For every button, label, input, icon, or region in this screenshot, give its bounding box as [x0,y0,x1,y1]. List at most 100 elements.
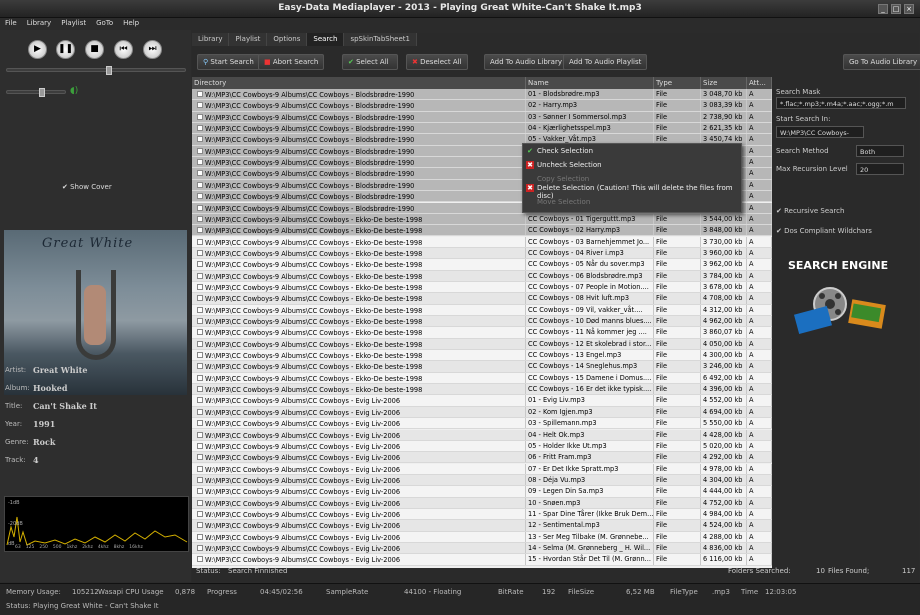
table-row[interactable]: W:\MP3\CC Cowboys-9 Albums\CC Cowboys - … [192,429,772,441]
table-row[interactable]: W:\MP3\CC Cowboys-9 Albums\CC Cowboys - … [192,236,772,248]
table-row[interactable]: W:\MP3\CC Cowboys-9 Albums\CC Cowboys - … [192,259,772,271]
context-delete-selection[interactable]: ✖ Delete Selection (Caution! This will de… [523,183,741,200]
table-row[interactable]: W:\MP3\CC Cowboys-9 Albums\CC Cowboys - … [192,554,772,566]
table-row[interactable]: W:\MP3\CC Cowboys-9 Albums\CC Cowboys - … [192,486,772,498]
table-row[interactable]: W:\MP3\CC Cowboys-9 Albums\CC Cowboys - … [192,316,772,328]
show-cover-checkbox[interactable]: ✔ Show Cover [62,183,112,191]
add-to-playlist-button[interactable]: Add To Audio Playlist [563,54,648,70]
tab-skin-sheet[interactable]: spSkinTabSheet1 [344,33,417,46]
table-row[interactable]: W:\MP3\CC Cowboys-9 Albums\CC Cowboys - … [192,384,772,396]
row-checkbox[interactable] [197,374,203,381]
menu-playlist[interactable]: Playlist [61,19,86,30]
row-checkbox[interactable] [197,363,203,370]
table-row[interactable]: W:\MP3\CC Cowboys-9 Albums\CC Cowboys - … [192,270,772,282]
search-mask-input[interactable]: *.flac;*.mp3;*.m4a;*.aac;*.ogg;*.m [776,97,906,109]
search-method-select[interactable]: Both [856,145,904,157]
deselect-all-button[interactable]: ✖ Deselect All [406,54,468,70]
row-checkbox[interactable] [197,340,203,347]
table-row[interactable]: W:\MP3\CC Cowboys-9 Albums\CC Cowboys - … [192,350,772,362]
table-row[interactable]: W:\MP3\CC Cowboys-9 Albums\CC Cowboys - … [192,531,772,543]
row-checkbox[interactable] [197,556,203,563]
table-row[interactable]: W:\MP3\CC Cowboys-9 Albums\CC Cowboys - … [192,497,772,509]
stop-button[interactable]: ■ [85,40,104,59]
row-checkbox[interactable] [197,170,203,177]
start-search-in-input[interactable]: W:\MP3\CC Cowboys- [776,126,864,138]
column-directory[interactable]: Directory [192,77,526,89]
menu-file[interactable]: File [5,19,17,30]
table-row[interactable]: W:\MP3\CC Cowboys-9 Albums\CC Cowboys - … [192,327,772,339]
dos-wildchars-checkbox[interactable]: ✔ Dos Compliant Wildchars [776,227,872,235]
table-row[interactable]: W:\MP3\CC Cowboys-9 Albums\CC Cowboys - … [192,89,772,101]
row-checkbox[interactable] [197,488,203,495]
table-row[interactable]: W:\MP3\CC Cowboys-9 Albums\CC Cowboys - … [192,123,772,135]
row-checkbox[interactable] [197,397,203,404]
row-checkbox[interactable] [197,147,203,154]
row-checkbox[interactable] [197,204,203,211]
maximize-button[interactable]: □ [891,4,901,14]
table-row[interactable]: W:\MP3\CC Cowboys-9 Albums\CC Cowboys - … [192,100,772,112]
start-search-button[interactable]: ⚲ Start Search [197,54,260,70]
row-checkbox[interactable] [197,352,203,359]
row-checkbox[interactable] [197,408,203,415]
table-row[interactable]: W:\MP3\CC Cowboys-9 Albums\CC Cowboys - … [192,508,772,521]
table-row[interactable]: W:\MP3\CC Cowboys-9 Albums\CC Cowboys - … [192,395,772,407]
row-checkbox[interactable] [197,454,203,461]
menu-goto[interactable]: GoTo [96,19,113,30]
row-checkbox[interactable] [197,476,203,483]
row-checkbox[interactable] [197,545,203,551]
table-row[interactable]: W:\MP3\CC Cowboys-9 Albums\CC Cowboys - … [192,474,772,487]
table-row[interactable]: W:\MP3\CC Cowboys-9 Albums\CC Cowboys - … [192,213,772,226]
tab-playlist[interactable]: Playlist [229,33,268,46]
row-checkbox[interactable] [197,238,203,245]
table-row[interactable]: W:\MP3\CC Cowboys-9 Albums\CC Cowboys - … [192,372,772,385]
volume-slider[interactable] [6,88,66,97]
row-checkbox[interactable] [197,249,203,256]
table-row[interactable]: W:\MP3\CC Cowboys-9 Albums\CC Cowboys - … [192,338,772,350]
row-checkbox[interactable] [197,102,203,109]
row-checkbox[interactable] [197,125,203,132]
row-checkbox[interactable] [197,295,203,302]
tab-search[interactable]: Search [307,33,345,46]
menu-library[interactable]: Library [27,19,51,30]
row-checkbox[interactable] [197,465,203,472]
table-row[interactable]: W:\MP3\CC Cowboys-9 Albums\CC Cowboys - … [192,452,772,464]
table-row[interactable]: W:\MP3\CC Cowboys-9 Albums\CC Cowboys - … [192,361,772,373]
tab-options[interactable]: Options [267,33,308,46]
select-all-button[interactable]: ✔ Select All [342,54,398,70]
row-checkbox[interactable] [197,329,203,336]
row-checkbox[interactable] [197,499,203,506]
row-checkbox[interactable] [197,386,203,393]
column-type[interactable]: Type [654,77,701,89]
previous-button[interactable]: ⏮ [114,40,133,59]
context-check-selection[interactable]: ✔ Check Selection [523,144,741,158]
row-checkbox[interactable] [197,318,203,324]
context-uncheck-selection[interactable]: ✖ Uncheck Selection [523,158,741,172]
table-row[interactable]: W:\MP3\CC Cowboys-9 Albums\CC Cowboys - … [192,463,772,475]
table-row[interactable]: W:\MP3\CC Cowboys-9 Albums\CC Cowboys - … [192,406,772,419]
recursive-search-checkbox[interactable]: ✔ Recursive Search [776,207,844,215]
row-checkbox[interactable] [197,431,203,438]
row-checkbox[interactable] [197,442,203,449]
volume-slider-knob[interactable] [39,88,46,97]
row-checkbox[interactable] [197,159,203,166]
add-to-library-button[interactable]: Add To Audio Library [484,54,568,70]
row-checkbox[interactable] [197,533,203,540]
table-row[interactable]: W:\MP3\CC Cowboys-9 Albums\CC Cowboys - … [192,111,772,123]
table-row[interactable]: W:\MP3\CC Cowboys-9 Albums\CC Cowboys - … [192,225,772,237]
table-row[interactable]: W:\MP3\CC Cowboys-9 Albums\CC Cowboys - … [192,520,772,532]
speaker-icon[interactable]: ◖) [70,86,78,96]
position-slider[interactable] [6,66,186,75]
table-row[interactable]: W:\MP3\CC Cowboys-9 Albums\CC Cowboys - … [192,293,772,305]
tab-library[interactable]: Library [192,33,230,46]
row-checkbox[interactable] [197,283,203,290]
row-checkbox[interactable] [197,261,203,268]
row-checkbox[interactable] [197,510,203,517]
row-checkbox[interactable] [197,420,203,427]
row-checkbox[interactable] [197,227,203,234]
row-checkbox[interactable] [197,193,203,200]
position-slider-knob[interactable] [106,66,113,75]
minimize-button[interactable]: _ [878,4,888,14]
table-row[interactable]: W:\MP3\CC Cowboys-9 Albums\CC Cowboys - … [192,247,772,260]
table-row[interactable]: W:\MP3\CC Cowboys-9 Albums\CC Cowboys - … [192,543,772,555]
column-attributes[interactable]: Att... [747,77,772,89]
